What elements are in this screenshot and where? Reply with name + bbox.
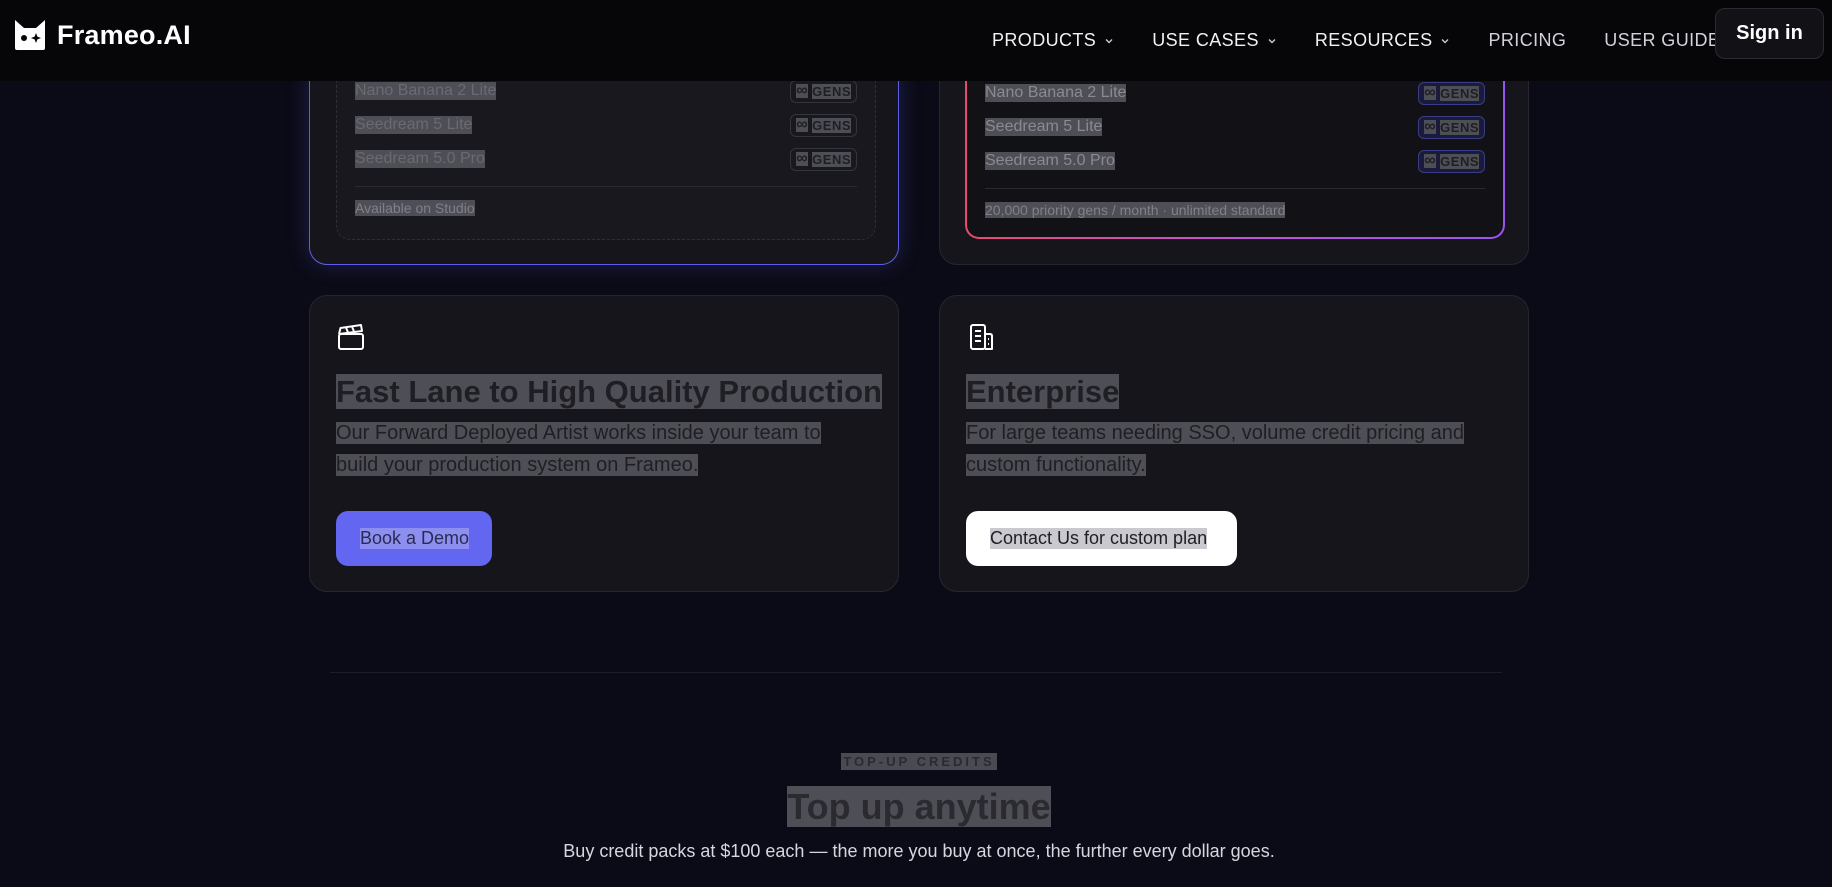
fast-lane-title: Fast Lane to High Quality Production: [336, 373, 882, 411]
nav-resources[interactable]: RESOURCES: [1315, 30, 1451, 51]
model-row: Nano Banana 2 Lite ∞ GENS: [355, 78, 857, 104]
gens-badge: ∞ GENS: [1418, 149, 1485, 173]
model-name: Seedream 5 Lite: [985, 118, 1103, 136]
enterprise-desc-line: custom functionality.: [966, 454, 1146, 476]
model-row: Seedream 5 Lite ∞ GENS: [985, 114, 1485, 140]
gens-label: GENS: [1440, 85, 1479, 101]
model-row: Seedream 5 Lite ∞ GENS: [355, 112, 857, 138]
nav-links: PRODUCTS USE CASES RESOURCES PRICING USE…: [992, 0, 1758, 81]
gens-badge: ∞ GENS: [790, 147, 857, 171]
book-demo-label: Book a Demo: [360, 528, 470, 549]
cat-logo-icon: [15, 20, 45, 50]
model-name: Seedream 5.0 Pro: [985, 152, 1115, 170]
nav-user-guide[interactable]: USER GUIDE: [1604, 30, 1720, 51]
fast-lane-desc-line: build your production system on Frameo.: [336, 454, 699, 476]
infinity-icon: ∞: [1424, 118, 1437, 135]
nav-user-guide-label: USER GUIDE: [1604, 30, 1721, 50]
clapperboard-icon: [338, 324, 364, 350]
gens-label: GENS: [812, 83, 851, 99]
model-row: Nano Banana 2 Lite ∞ GENS: [985, 80, 1485, 106]
model-name: Seedream 5.0 Pro: [355, 150, 485, 168]
nav-use-cases-label: USE CASES: [1152, 30, 1259, 50]
gens-label: GENS: [812, 117, 851, 133]
plan-footnote: 20,000 priority gens / month · unlimited…: [985, 202, 1286, 218]
nav-products-label: PRODUCTS: [992, 30, 1097, 50]
topup-title-text: Top up anytime: [787, 786, 1051, 827]
nav-pricing-label: PRICING: [1488, 30, 1567, 50]
top-nav: Frameo.AI PRODUCTS USE CASES RESOURCES P…: [0, 0, 1832, 81]
topup-eyebrow: TOP-UP CREDITS: [0, 753, 1832, 770]
model-name: Nano Banana 2 Lite: [355, 82, 497, 100]
infinity-icon: ∞: [1424, 152, 1437, 169]
nav-pricing[interactable]: PRICING: [1488, 30, 1566, 51]
enterprise-card: Enterprise For large teams needing SSO, …: [939, 295, 1529, 592]
gens-badge: ∞ GENS: [1418, 81, 1485, 105]
building-icon: [970, 324, 993, 350]
infinity-icon: ∞: [796, 116, 809, 133]
chevron-down-icon: [1441, 38, 1449, 43]
contact-us-label: Contact Us for custom plan: [990, 528, 1208, 549]
gens-badge: ∞ GENS: [790, 79, 857, 103]
gens-label: GENS: [812, 151, 851, 167]
brand[interactable]: Frameo.AI: [13, 18, 191, 52]
infinity-icon: ∞: [1424, 84, 1437, 101]
gens-badge: ∞ GENS: [790, 113, 857, 137]
enterprise-description: For large teams needing SSO, volume cred…: [966, 417, 1506, 481]
fast-lane-desc-line: Our Forward Deployed Artist works inside…: [336, 422, 821, 444]
nav-products[interactable]: PRODUCTS: [992, 30, 1114, 51]
nav-resources-label: RESOURCES: [1314, 30, 1433, 50]
enterprise-title: Enterprise: [966, 373, 1120, 411]
topup-title: Top up anytime: [0, 784, 1832, 830]
model-row: Seedream 5.0 Pro ∞ GENS: [985, 148, 1485, 174]
enterprise-title-text: Enterprise: [966, 374, 1120, 409]
topup-subtitle: Buy credit packs at $100 each — the more…: [563, 841, 1275, 861]
plan-footnote: Available on Studio: [355, 200, 475, 216]
book-demo-button[interactable]: Book a Demo: [336, 511, 492, 566]
enterprise-desc-line: For large teams needing SSO, volume cred…: [966, 422, 1465, 444]
brand-name: Frameo.AI: [57, 19, 191, 50]
contact-us-button[interactable]: Contact Us for custom plan: [966, 511, 1237, 566]
sign-in-button[interactable]: Sign in: [1715, 8, 1824, 59]
model-name: Nano Banana 2 Lite: [985, 84, 1127, 102]
divider: [985, 188, 1485, 189]
gens-label: GENS: [1440, 119, 1479, 135]
gens-label: GENS: [1440, 153, 1479, 169]
fast-lane-title-text: Fast Lane to High Quality Production: [336, 374, 882, 409]
gens-badge: ∞ GENS: [1418, 115, 1485, 139]
section-divider: [330, 672, 1502, 673]
chevron-down-icon: [1268, 38, 1276, 43]
divider: [355, 186, 857, 187]
model-name: Seedream 5 Lite: [355, 116, 473, 134]
nav-use-cases[interactable]: USE CASES: [1152, 30, 1277, 51]
chevron-down-icon: [1105, 38, 1113, 43]
infinity-icon: ∞: [796, 150, 809, 167]
model-row: Seedream 5.0 Pro ∞ GENS: [355, 146, 857, 172]
infinity-icon: ∞: [796, 82, 809, 99]
fast-lane-card: Fast Lane to High Quality Production Our…: [309, 295, 899, 592]
topup-eyebrow-text: TOP-UP CREDITS: [841, 753, 997, 770]
fast-lane-description: Our Forward Deployed Artist works inside…: [336, 417, 876, 481]
